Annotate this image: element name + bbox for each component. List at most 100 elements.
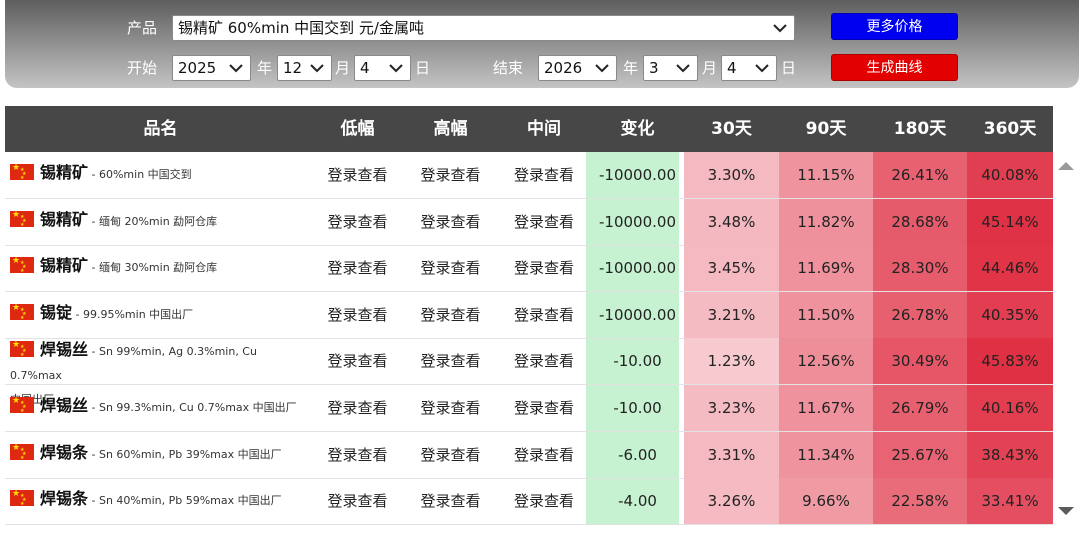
end-year-select[interactable]: 2026 (538, 55, 617, 81)
header-180d: 180天 (893, 119, 947, 139)
pct-30d-cell: 3.26% (684, 478, 779, 525)
high-cell[interactable]: 登录查看 (404, 292, 497, 338)
product-name: 锡锭 (40, 302, 73, 322)
start-label: 开始 (127, 59, 158, 77)
pct-90d-cell: 9.66% (779, 478, 873, 525)
spec-separator: - (88, 447, 99, 461)
end-month-select[interactable]: 3 (643, 55, 698, 81)
generate-curve-button[interactable]: 生成曲线 (831, 54, 958, 81)
high-cell[interactable]: 登录查看 (404, 338, 497, 384)
high-cell[interactable]: 登录查看 (404, 385, 497, 431)
chevron-down-icon (389, 64, 403, 73)
product-spec: 60%min 中国交到 (98, 168, 192, 181)
product-name-cell: ★ ★ ★ ★ 焊锡条 - Sn 60%min, Pb 39%max 中国出厂 (10, 442, 310, 466)
pct-360d-cell: 33.41% (967, 478, 1053, 525)
pct-90d-cell: 11.34% (779, 431, 873, 478)
table-row[interactable]: ★ ★ ★ ★ 锡锭 - 99.95%min 中国出厂 登录查看 登录查看 登录查看 -1000… (5, 291, 1053, 339)
product-select[interactable]: 锡精矿 60%min 中国交到 元/金属吨 (172, 15, 795, 41)
header-change: 变化 (620, 119, 655, 139)
pct-360d-cell: 40.16% (967, 385, 1053, 431)
filter-panel: 产品 锡精矿 60%min 中国交到 元/金属吨 更多价格 开始 2025 年 … (5, 0, 1079, 88)
low-cell[interactable]: 登录查看 (311, 152, 404, 198)
end-year-unit: 年 (623, 59, 639, 77)
table-row[interactable]: ★ ★ ★ ★ 焊锡条 - Sn 60%min, Pb 39%max 中国出厂 登录查看登… (5, 431, 1053, 479)
product-name: 焊锡条 (40, 489, 89, 509)
product-name-cell: ★ ★ ★ ★ 锡锭 - 99.95%min 中国出厂 (10, 302, 310, 326)
header-mid: 中间 (527, 119, 561, 139)
header-low: 低幅 (340, 119, 375, 139)
china-flag-icon: ★ ★ ★ ★ (10, 443, 34, 461)
start-year-select[interactable]: 2025 (172, 55, 251, 81)
start-day-value: 4 (360, 59, 370, 77)
table-row[interactable]: ★ ★ ★ ★ 焊锡丝 - Sn 99%min, Ag 0.3%min, Cu 0.7%… (5, 338, 1053, 406)
chevron-down-icon (229, 64, 243, 73)
mid-cell[interactable]: 登录查看 (497, 292, 591, 338)
chevron-down-icon (595, 64, 609, 73)
more-prices-button[interactable]: 更多价格 (831, 13, 958, 40)
chevron-down-icon (755, 64, 769, 73)
high-cell[interactable]: 登录查看 (404, 478, 497, 524)
table-row[interactable]: ★ ★ ★ ★ 焊锡条 - Sn 40%min, Pb 59%max 中国出厂 登录查看登… (5, 478, 1053, 526)
spec-separator: - (88, 494, 99, 508)
table-row[interactable]: ★ ★ ★ ★ 锡精矿 - 60%min 中国交到 登录查看 登录查看 登录查看 -10000.… (5, 152, 1053, 199)
pct-180d-cell: 30.49% (873, 338, 967, 385)
product-select-value: 锡精矿 60%min 中国交到 元/金属吨 (178, 19, 424, 37)
change-cell: -10000.00 (599, 166, 676, 184)
mid-cell[interactable]: 登录查看 (497, 432, 591, 478)
start-month-unit: 月 (335, 59, 351, 77)
low-cell[interactable]: 登录查看 (311, 292, 404, 338)
low-cell[interactable]: 登录查看 (311, 478, 404, 524)
product-name-cell: ★ ★ ★ ★ 焊锡条 - Sn 40%min, Pb 59%max 中国出厂 (10, 488, 310, 512)
low-cell[interactable]: 登录查看 (311, 245, 404, 291)
end-day-select[interactable]: 4 (721, 55, 777, 81)
start-day-select[interactable]: 4 (354, 55, 411, 81)
scroll-up-arrow-icon[interactable] (1058, 162, 1074, 170)
china-flag-icon: ★ ★ ★ ★ (10, 489, 34, 507)
mid-cell[interactable]: 登录查看 (497, 245, 591, 291)
pct-360d-cell: 40.35% (967, 291, 1053, 338)
spec-separator: - (72, 307, 83, 321)
pct-180d-cell: 26.79% (873, 385, 967, 431)
low-cell[interactable]: 登录查看 (311, 199, 404, 245)
table-row[interactable]: ★ ★ ★ ★ 焊锡丝 - Sn 99.3%min, Cu 0.7%max 中国出厂 登录… (5, 385, 1053, 432)
end-day-unit: 日 (781, 59, 797, 77)
header-name: 品名 (143, 119, 178, 139)
pct-360d-cell: 38.43% (967, 431, 1053, 478)
mid-cell[interactable]: 登录查看 (497, 478, 591, 524)
table-row[interactable]: ★ ★ ★ ★ 锡精矿 - 缅甸 20%min 勐阿仓库 登录查看 登录查看 登录查看 -100… (5, 198, 1053, 246)
scroll-down-arrow-icon[interactable] (1058, 507, 1074, 515)
product-name-cell: ★ ★ ★ ★ 锡精矿 - 缅甸 20%min 勐阿仓库 (10, 209, 310, 233)
china-flag-icon: ★ ★ ★ ★ (10, 163, 34, 181)
mid-cell[interactable]: 登录查看 (497, 338, 591, 384)
mid-cell[interactable]: 登录查看 (497, 385, 591, 431)
pct-360d-cell: 40.08% (967, 152, 1053, 198)
change-cell: -10.00 (613, 352, 662, 371)
china-flag-icon: ★ ★ ★ ★ (10, 256, 34, 274)
product-label: 产品 (127, 19, 158, 37)
high-cell[interactable]: 登录查看 (404, 432, 497, 478)
low-cell[interactable]: 登录查看 (311, 432, 404, 478)
table-row[interactable]: ★ ★ ★ ★ 锡精矿 - 缅甸 30%min 勐阿仓库 登录查看 登录查看 登录查看 -100… (5, 245, 1053, 293)
mid-cell[interactable]: 登录查看 (497, 199, 591, 245)
china-flag-icon: ★ ★ ★ ★ (10, 396, 34, 414)
low-cell[interactable]: 登录查看 (311, 338, 404, 384)
product-spec: Sn 99.3%min, Cu 0.7%max 中国出厂 (98, 401, 297, 414)
end-year-value: 2026 (544, 59, 583, 77)
pct-30d-cell: 3.23% (684, 385, 779, 431)
low-cell[interactable]: 登录查看 (311, 385, 404, 431)
chevron-down-icon (310, 64, 324, 73)
product-name: 锡精矿 (40, 163, 89, 182)
start-month-select[interactable]: 12 (277, 55, 332, 81)
pct-180d-cell: 26.78% (873, 291, 967, 338)
change-cell: -10000.00 (599, 212, 676, 231)
spec-separator: - (88, 168, 99, 181)
chevron-down-icon (773, 24, 787, 33)
high-cell[interactable]: 登录查看 (404, 199, 497, 245)
product-spec: Sn 60%min, Pb 39%max 中国出厂 (98, 447, 282, 461)
high-cell[interactable]: 登录查看 (404, 152, 497, 198)
mid-cell[interactable]: 登录查看 (497, 152, 591, 198)
change-cell: -10000.00 (599, 305, 676, 324)
product-spec: Sn 40%min, Pb 59%max 中国出厂 (98, 494, 282, 508)
high-cell[interactable]: 登录查看 (404, 245, 497, 291)
pct-90d-cell: 11.82% (779, 198, 873, 245)
